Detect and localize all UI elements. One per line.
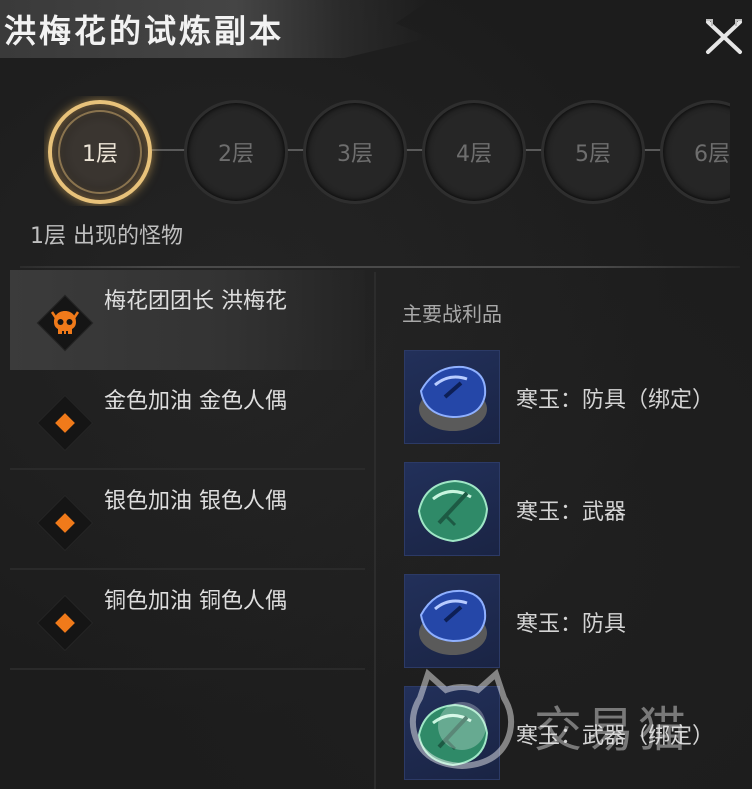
monsters-caption: 1层 出现的怪物	[30, 224, 183, 249]
loot-name: 寒玉：武器	[516, 500, 627, 525]
monster-name: 梅花团团长 洪梅花	[104, 289, 287, 314]
loot-item[interactable]: 寒玉：武器	[404, 462, 744, 558]
blue-gem-icon	[404, 574, 500, 668]
orange-diamond-icon	[36, 394, 94, 452]
loot-item[interactable]: 寒玉：防具（绑定）	[404, 350, 744, 446]
column-divider	[374, 272, 376, 789]
loot-item[interactable]: 寒玉：防具	[404, 574, 744, 670]
page-title: 洪梅花的试炼副本	[4, 12, 285, 50]
monster-name: 铜色加油 铜色人偶	[104, 589, 287, 614]
monster-item[interactable]: 金色加油 金色人偶	[10, 370, 365, 470]
floor-4-button[interactable]: 4层	[422, 100, 526, 204]
floor-2-button[interactable]: 2层	[184, 100, 288, 204]
floor-selector: 1层 2层 3层 4层 5层 6层	[44, 96, 730, 206]
orange-diamond-icon	[36, 494, 94, 552]
floor-label: 4层	[456, 142, 492, 167]
floor-1-button[interactable]: 1层	[48, 100, 152, 204]
floor-label: 3层	[337, 142, 373, 167]
monster-item[interactable]: 铜色加油 铜色人偶	[10, 570, 365, 670]
monster-item-boss[interactable]: 梅花团团长 洪梅花	[10, 270, 365, 370]
section-divider	[20, 266, 740, 268]
boss-skull-icon	[36, 294, 94, 352]
loot-title: 主要战利品	[402, 302, 502, 326]
loot-item[interactable]: 寒玉：武器（绑定）	[404, 686, 744, 782]
floor-label: 5层	[575, 142, 611, 167]
loot-name: 寒玉：防具（绑定）	[516, 388, 715, 413]
floor-3-button[interactable]: 3层	[303, 100, 407, 204]
monster-name: 银色加油 银色人偶	[104, 489, 287, 514]
floor-label: 1层	[82, 142, 118, 167]
floor-6-button[interactable]: 6层	[660, 100, 730, 204]
floor-label: 6层	[694, 142, 730, 167]
floor-5-button[interactable]: 5层	[541, 100, 645, 204]
blue-gem-icon	[404, 350, 500, 444]
orange-diamond-icon	[36, 594, 94, 652]
floor-label: 2层	[218, 142, 254, 167]
close-button[interactable]	[702, 14, 746, 58]
close-icon	[706, 19, 742, 54]
monster-list: 梅花团团长 洪梅花 金色加油 金色人偶 银色加油 银色人偶 铜色加油 铜色人偶	[10, 270, 365, 670]
monster-name: 金色加油 金色人偶	[104, 389, 287, 414]
monster-item[interactable]: 银色加油 银色人偶	[10, 470, 365, 570]
green-gem-icon	[404, 462, 500, 556]
loot-name: 寒玉：武器（绑定）	[516, 724, 715, 749]
green-gem-icon	[404, 686, 500, 780]
loot-name: 寒玉：防具	[516, 612, 627, 637]
